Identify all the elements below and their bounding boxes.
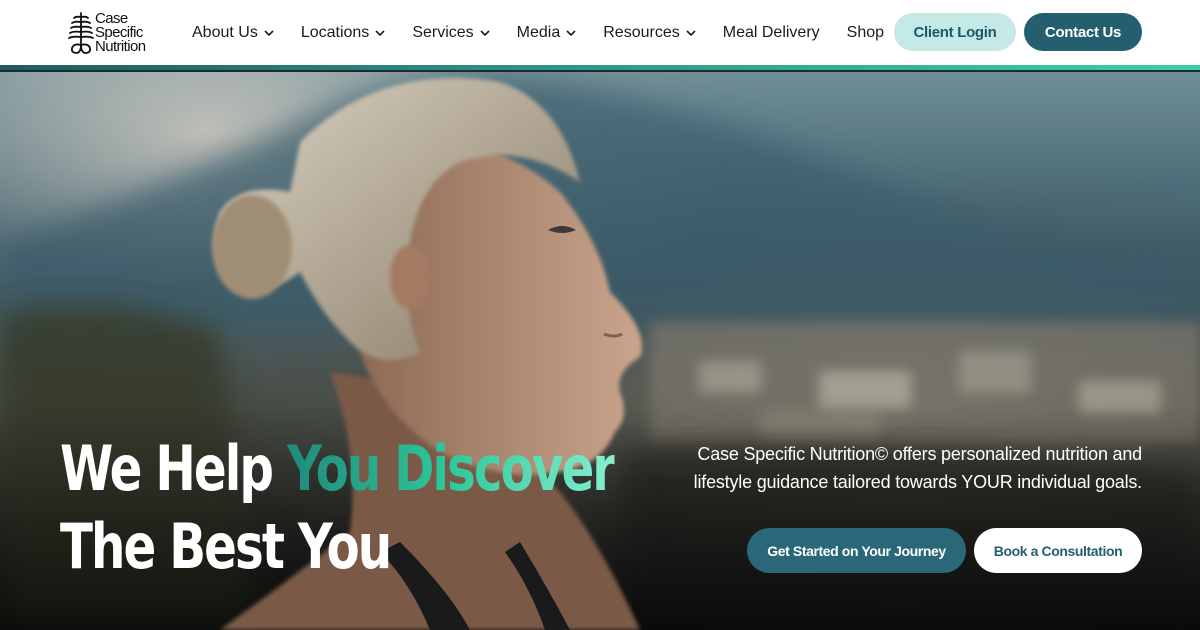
contact-us-button[interactable]: Contact Us bbox=[1024, 13, 1142, 51]
site-header: Case Specific Nutrition About Us Locatio… bbox=[0, 0, 1200, 65]
nav-label: Meal Delivery bbox=[722, 23, 820, 41]
nav-item-media[interactable]: Media bbox=[517, 24, 577, 42]
nav-label: Resources bbox=[603, 23, 680, 41]
fern-leaf-icon bbox=[68, 12, 94, 54]
nav-item-shop[interactable]: Shop bbox=[847, 24, 884, 42]
nav-item-meal-delivery[interactable]: Meal Delivery bbox=[723, 24, 820, 42]
book-consultation-button[interactable]: Book a Consultation bbox=[974, 528, 1142, 573]
nav-label: Media bbox=[516, 23, 561, 41]
hero-tagline: Case Specific Nutrition© offers personal… bbox=[693, 444, 1143, 492]
nav-item-resources[interactable]: Resources bbox=[603, 23, 696, 42]
chevron-down-icon bbox=[566, 28, 576, 38]
main-nav: About Us Locations Services Media Resour… bbox=[192, 0, 911, 65]
hero-section: We Help You Discover The Best You Case S… bbox=[0, 72, 1200, 630]
brand-wordmark: Case Specific Nutrition bbox=[95, 11, 146, 55]
logo-line-3: Nutrition bbox=[95, 38, 146, 55]
nav-item-locations[interactable]: Locations bbox=[301, 24, 386, 42]
nav-label: About Us bbox=[192, 23, 258, 41]
chevron-down-icon bbox=[480, 28, 490, 38]
get-started-button[interactable]: Get Started on Your Journey bbox=[747, 528, 966, 573]
nav-item-services[interactable]: Services bbox=[412, 23, 490, 42]
chevron-down-icon bbox=[264, 28, 274, 38]
client-login-button[interactable]: Client Login bbox=[894, 13, 1016, 51]
chevron-down-icon bbox=[375, 28, 385, 38]
chevron-down-icon bbox=[686, 28, 696, 38]
brand-logo[interactable]: Case Specific Nutrition bbox=[66, 8, 156, 58]
nav-item-about-us[interactable]: About Us bbox=[192, 24, 274, 42]
nav-label: Locations bbox=[300, 23, 370, 41]
headline-part-1: We Help bbox=[60, 432, 287, 505]
nav-label: Services bbox=[412, 23, 474, 41]
nav-label: Shop bbox=[846, 23, 885, 41]
headline-line-2: The Best You bbox=[60, 510, 392, 583]
headline-highlight: You Discover bbox=[286, 432, 616, 505]
hero-headline: We Help You Discover The Best You bbox=[60, 430, 616, 586]
